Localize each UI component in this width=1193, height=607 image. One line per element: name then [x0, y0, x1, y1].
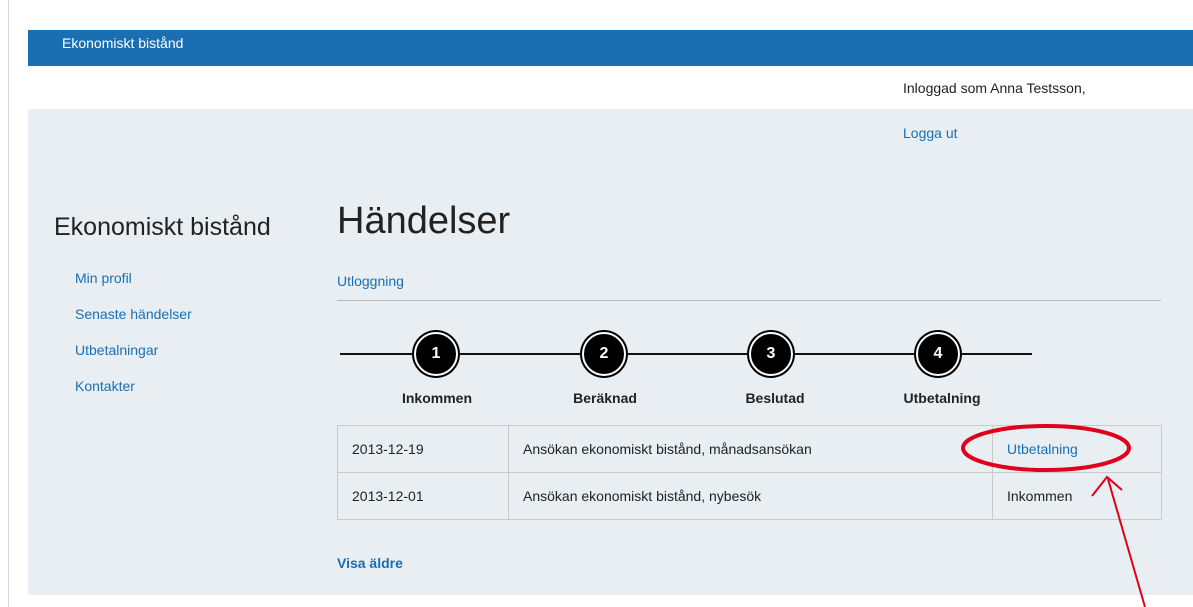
logout-link[interactable]: Logga ut	[903, 125, 958, 141]
step-3-marker: 3	[749, 332, 793, 376]
window-frame-edge	[8, 0, 9, 607]
sidebar-item-utbetalningar[interactable]: Utbetalningar	[75, 342, 192, 378]
events-table: 2013-12-19 Ansökan ekonomiskt bistånd, m…	[337, 425, 1162, 520]
page-title: Händelser	[337, 200, 511, 242]
event-description: Ansökan ekonomiskt bistånd, nybesök	[508, 472, 993, 520]
event-date: 2013-12-19	[337, 425, 509, 473]
step-4-marker: 4	[916, 332, 960, 376]
table-row: 2013-12-19 Ansökan ekonomiskt bistånd, m…	[337, 425, 1162, 473]
brand-title[interactable]: Ekonomiskt bistånd	[62, 35, 183, 51]
step-2-marker: 2	[582, 332, 626, 376]
divider	[337, 300, 1161, 301]
event-description: Ansökan ekonomiskt bistånd, månadsansöka…	[508, 425, 993, 473]
sidebar-title: Ekonomiskt bistånd	[54, 213, 271, 241]
step-1-label: Inkommen	[401, 390, 472, 406]
logged-in-user-text: Inloggad som Anna Testsson,	[903, 80, 1086, 96]
sidebar-item-senaste-handelser[interactable]: Senaste händelser	[75, 306, 192, 342]
event-status-link[interactable]: Utbetalning	[992, 425, 1162, 473]
event-date: 2013-12-01	[337, 472, 509, 520]
table-row: 2013-12-01 Ansökan ekonomiskt bistånd, n…	[337, 472, 1162, 520]
sidebar-item-kontakter[interactable]: Kontakter	[75, 378, 192, 414]
step-1-marker: 1	[414, 332, 458, 376]
event-status: Inkommen	[992, 472, 1162, 520]
step-3-label: Beslutad	[745, 390, 805, 406]
step-4-label: Utbetalning	[903, 390, 981, 406]
step-2-label: Beräknad	[573, 390, 637, 406]
sidebar-item-min-profil[interactable]: Min profil	[75, 270, 192, 306]
show-older-link[interactable]: Visa äldre	[337, 555, 403, 571]
sidebar-nav: Min profil Senaste händelser Utbetalning…	[75, 270, 192, 414]
utloggning-link[interactable]: Utloggning	[337, 273, 404, 289]
top-navigation-bar: Ekonomiskt bistånd	[28, 30, 1193, 66]
